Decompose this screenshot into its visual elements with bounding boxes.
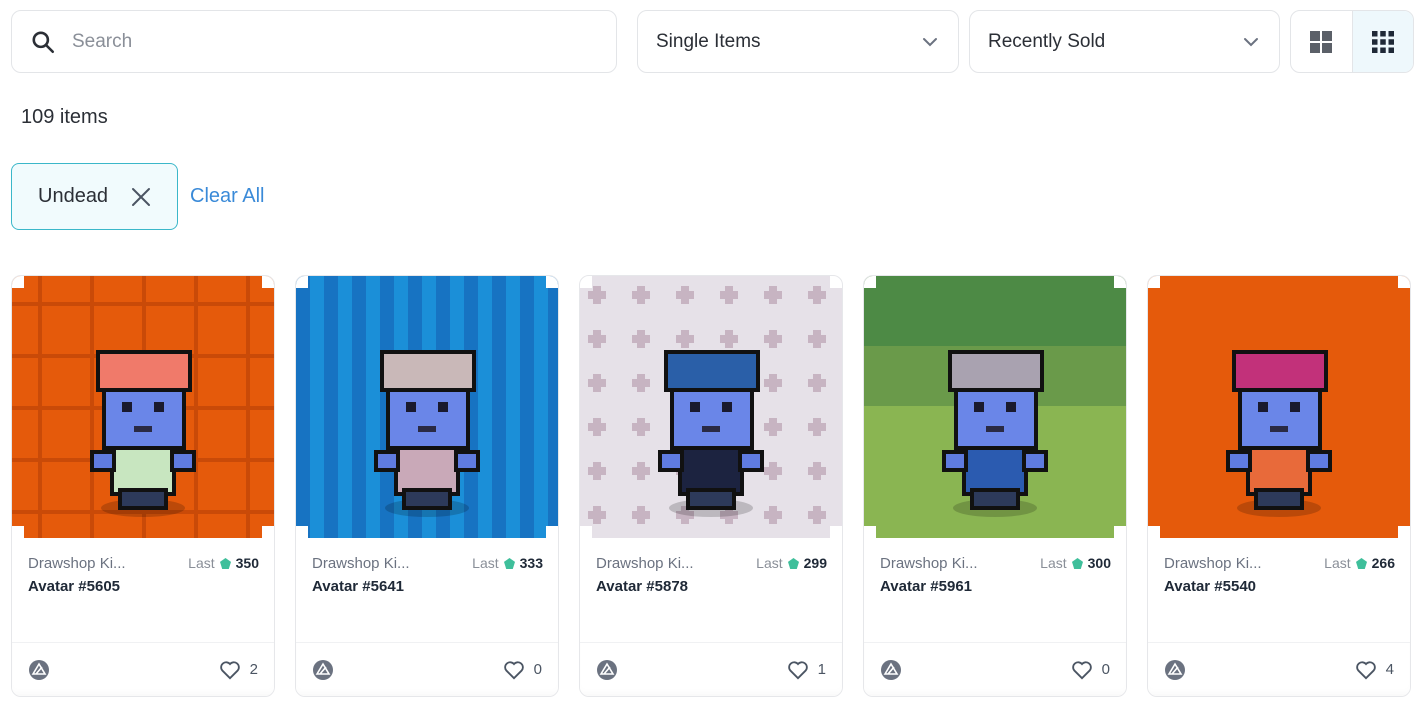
- heart-icon[interactable]: [787, 660, 809, 680]
- chain-logo-icon: [597, 659, 617, 680]
- chevron-down-icon: [1244, 37, 1258, 46]
- item-card[interactable]: Drawshop Ki... Avatar #5961 Last 300 0: [863, 275, 1127, 697]
- search-input[interactable]: [72, 30, 616, 53]
- last-sale-label: Last: [188, 555, 215, 571]
- chevron-down-icon: [923, 37, 937, 46]
- gem-icon: [1071, 557, 1083, 569]
- likes[interactable]: 0: [503, 660, 542, 680]
- last-sale-label: Last: [756, 555, 783, 571]
- search-box[interactable]: [11, 10, 617, 73]
- item-type-select[interactable]: Single Items: [637, 10, 959, 73]
- filter-chip-label: Undead: [38, 185, 109, 207]
- gem-icon: [1355, 557, 1367, 569]
- chain-logo-icon: [1165, 659, 1185, 680]
- last-sale-price: 299: [803, 555, 827, 571]
- card-footer: 0: [864, 642, 1126, 696]
- small-grid-view-button[interactable]: [1351, 11, 1413, 72]
- chain-logo-icon: [881, 659, 901, 680]
- large-grid-icon: [1310, 30, 1333, 53]
- last-sale-price: 333: [519, 555, 543, 571]
- filter-chip-undead[interactable]: Undead: [11, 163, 178, 230]
- item-name[interactable]: Avatar #5961: [880, 578, 1110, 595]
- card-footer: 2: [12, 642, 274, 696]
- heart-icon[interactable]: [1071, 660, 1093, 680]
- item-name[interactable]: Avatar #5605: [28, 578, 258, 595]
- chain-logo-icon: [313, 659, 333, 680]
- small-grid-icon: [1371, 30, 1394, 53]
- last-sale-price: 350: [235, 555, 259, 571]
- last-sale: Last 333: [472, 555, 543, 571]
- last-sale-label: Last: [472, 555, 499, 571]
- gem-icon: [219, 557, 231, 569]
- last-sale-price: 300: [1087, 555, 1111, 571]
- item-name[interactable]: Avatar #5878: [596, 578, 826, 595]
- gem-icon: [787, 557, 799, 569]
- likes[interactable]: 2: [219, 660, 258, 680]
- item-image[interactable]: [1148, 276, 1410, 538]
- heart-icon[interactable]: [1355, 660, 1377, 680]
- item-card[interactable]: Drawshop Ki... Avatar #5605 Last 350 2: [11, 275, 275, 697]
- close-icon[interactable]: [130, 186, 152, 208]
- clear-all-link[interactable]: Clear All: [190, 185, 264, 208]
- chain-logo-icon: [29, 659, 49, 680]
- likes-count: 4: [1385, 661, 1394, 678]
- sort-select[interactable]: Recently Sold: [969, 10, 1280, 73]
- last-sale: Last 266: [1324, 555, 1395, 571]
- likes[interactable]: 1: [787, 660, 826, 680]
- likes-count: 1: [817, 661, 826, 678]
- item-name[interactable]: Avatar #5641: [312, 578, 542, 595]
- last-sale: Last 299: [756, 555, 827, 571]
- likes[interactable]: 4: [1355, 660, 1394, 680]
- last-sale-label: Last: [1324, 555, 1351, 571]
- likes-count: 2: [249, 661, 258, 678]
- item-name[interactable]: Avatar #5540: [1164, 578, 1394, 595]
- sort-select-value: Recently Sold: [988, 30, 1106, 52]
- item-card[interactable]: Drawshop Ki... Avatar #5540 Last 266 4: [1147, 275, 1411, 697]
- likes[interactable]: 0: [1071, 660, 1110, 680]
- card-footer: 4: [1148, 642, 1410, 696]
- card-footer: 0: [296, 642, 558, 696]
- last-sale: Last 350: [188, 555, 259, 571]
- last-sale-price: 266: [1371, 555, 1395, 571]
- heart-icon[interactable]: [503, 660, 525, 680]
- gem-icon: [503, 557, 515, 569]
- item-image[interactable]: [296, 276, 558, 538]
- last-sale-label: Last: [1040, 555, 1067, 571]
- item-card[interactable]: Drawshop Ki... Avatar #5878 Last 299 1: [579, 275, 843, 697]
- heart-icon[interactable]: [219, 660, 241, 680]
- large-grid-view-button[interactable]: [1291, 11, 1352, 72]
- likes-count: 0: [1101, 661, 1110, 678]
- item-image[interactable]: [580, 276, 842, 538]
- item-card[interactable]: Drawshop Ki... Avatar #5641 Last 333 0: [295, 275, 559, 697]
- item-image[interactable]: [12, 276, 274, 538]
- item-image[interactable]: [864, 276, 1126, 538]
- item-type-select-value: Single Items: [656, 30, 761, 52]
- card-footer: 1: [580, 642, 842, 696]
- view-toggle[interactable]: [1290, 10, 1414, 73]
- likes-count: 0: [533, 661, 542, 678]
- search-icon: [32, 30, 55, 53]
- items-count: 109 items: [21, 106, 108, 128]
- items-grid: Drawshop Ki... Avatar #5605 Last 350 2 D…: [11, 275, 1411, 697]
- last-sale: Last 300: [1040, 555, 1111, 571]
